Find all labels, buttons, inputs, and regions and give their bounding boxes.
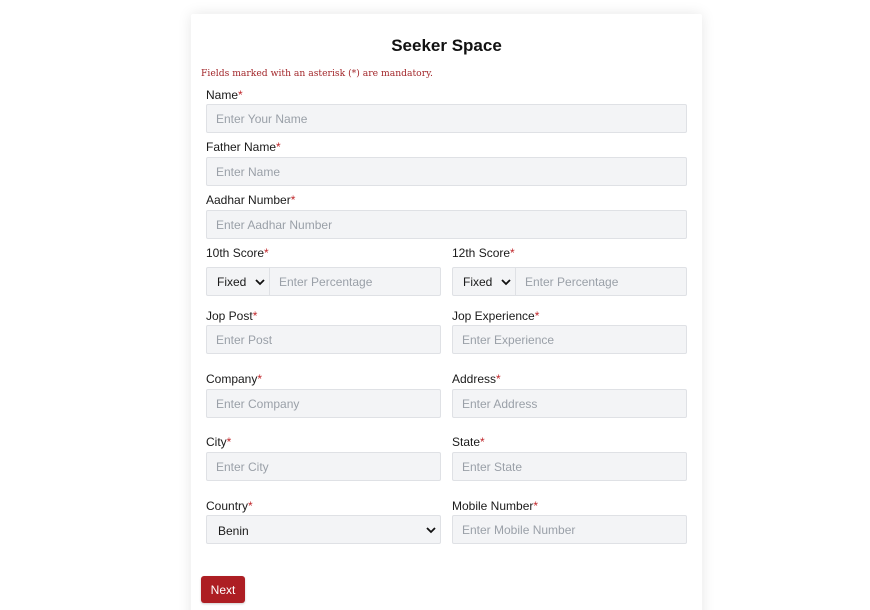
required-asterisk: * [480,435,485,449]
form-title: Seeker Space [391,36,502,55]
company-input[interactable] [206,389,441,418]
city-input[interactable] [206,452,441,481]
chevron-down-icon [255,279,265,286]
chevron-down-icon [501,279,511,286]
required-asterisk: * [226,435,232,449]
required-asterisk: * [510,246,515,260]
city-field: City* [206,435,441,481]
required-asterisk: * [248,499,253,513]
name-input[interactable] [206,104,687,133]
required-asterisk: * [533,499,539,513]
father-name-input[interactable] [206,157,687,186]
required-asterisk: * [276,140,281,154]
score10-type-select[interactable]: Fixed [207,268,270,295]
city-label: City* [206,435,232,449]
country-field: Country* Benin [206,499,441,545]
job-post-field: Jop Post* [206,309,441,355]
score10-label: 10th Score* [206,246,269,260]
score12-label: 12th Score* [452,246,515,260]
state-label: State* [452,435,485,449]
score12-type-value: Fixed [463,275,493,289]
score10-type-value: Fixed [217,275,247,289]
page: Seeker Space Fields marked with an aster… [0,0,870,610]
job-post-input[interactable] [206,325,441,354]
score10-field: 10th Score* Fixed [206,246,441,296]
address-input[interactable] [452,389,687,418]
father-name-field: Father Name* [206,140,687,186]
seeker-form-card: Seeker Space Fields marked with an aster… [191,14,702,610]
next-button[interactable]: Next [201,576,245,603]
score12-combo: Fixed [452,267,687,296]
job-post-label: Jop Post* [206,309,258,323]
required-asterisk: * [252,309,258,323]
mobile-input[interactable] [452,515,687,544]
aadhar-label: Aadhar Number* [206,193,296,207]
required-asterisk: * [257,372,263,386]
state-input[interactable] [452,452,687,481]
job-experience-input[interactable] [452,325,687,354]
chevron-down-icon [426,527,436,534]
company-label: Company* [206,372,263,386]
name-field: Name* [206,88,687,134]
score12-percentage-input[interactable] [516,268,686,295]
required-asterisk: * [290,193,296,207]
country-label: Country* [206,499,253,513]
country-select[interactable]: Benin [206,515,441,544]
score10-combo: Fixed [206,267,441,296]
job-experience-field: Jop Experience* [452,309,687,355]
mobile-field: Mobile Number* [452,499,687,545]
required-asterisk: * [496,372,501,386]
score12-type-select[interactable]: Fixed [453,268,516,295]
aadhar-input[interactable] [206,210,687,239]
required-asterisk: * [264,246,269,260]
country-value: Benin [218,524,249,538]
required-asterisk: * [534,309,540,323]
required-asterisk: * [238,88,243,102]
aadhar-field: Aadhar Number* [206,193,687,239]
score10-percentage-input[interactable] [270,268,440,295]
name-label: Name* [206,88,243,102]
father-name-label: Father Name* [206,140,281,154]
job-experience-label: Jop Experience* [452,309,540,323]
address-field: Address* [452,372,687,418]
address-label: Address* [452,372,501,386]
company-field: Company* [206,372,441,418]
score12-field: 12th Score* Fixed [452,246,687,296]
mandatory-note: Fields marked with an asterisk (*) are m… [201,68,433,79]
state-field: State* [452,435,687,481]
mobile-label: Mobile Number* [452,499,539,513]
